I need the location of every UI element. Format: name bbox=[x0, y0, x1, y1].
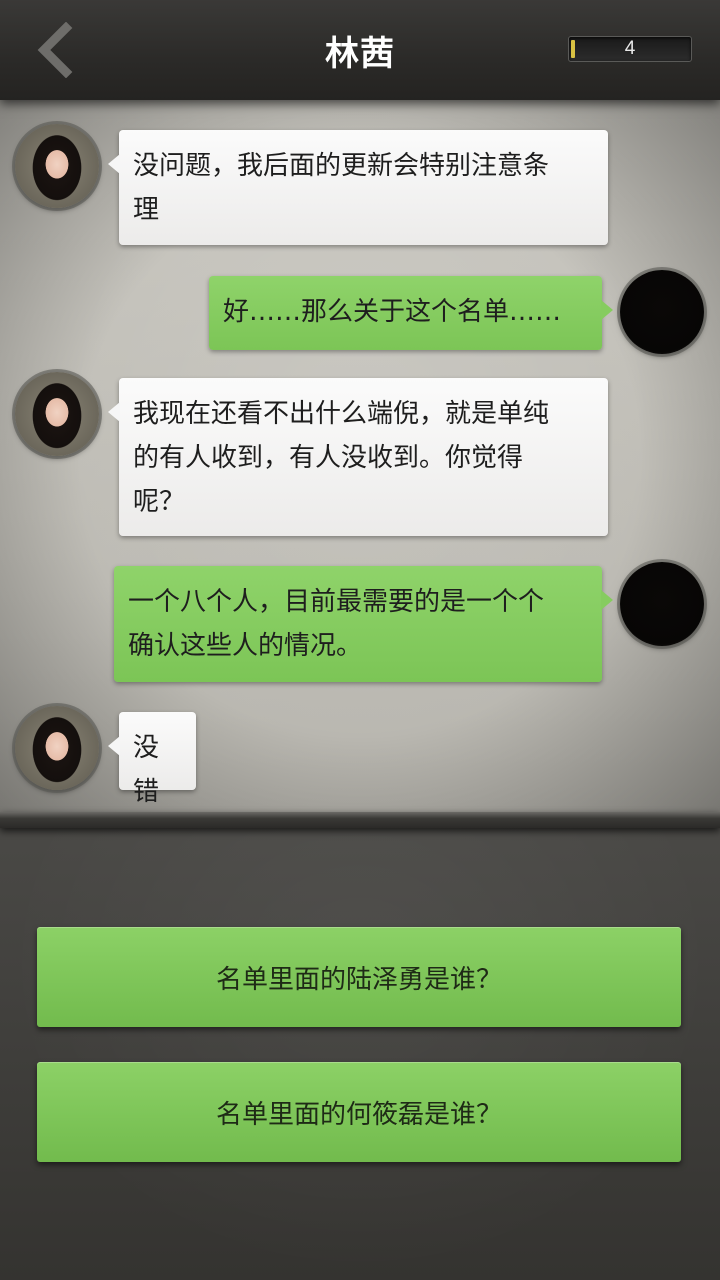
contact-avatar[interactable] bbox=[15, 706, 99, 790]
message-line: 没问题，我后面的更新会特别注意条 bbox=[133, 151, 550, 181]
message-bubble-contact: 没错 bbox=[108, 712, 196, 807]
progress-counter: 4 bbox=[568, 36, 692, 62]
message-bubble-contact: 没问题，我后面的更新会特别注意条 理 bbox=[108, 130, 608, 245]
contact-avatar[interactable] bbox=[15, 124, 99, 208]
top-bar: 林茜 4 bbox=[0, 0, 720, 100]
message-line: 的有人收到，有人没收到。你觉得 bbox=[133, 443, 524, 473]
message-line: 没错 bbox=[133, 733, 160, 807]
choice-button[interactable]: 名单里面的何筱磊是谁？ bbox=[37, 1062, 681, 1162]
message-line: 一个八个人，目前最需要的是一个个 bbox=[128, 587, 545, 617]
message-bubble-self: 一个八个人，目前最需要的是一个个 确认这些人的情况。 bbox=[114, 566, 613, 682]
choice-label: 名单里面的陆泽勇是谁？ bbox=[215, 964, 502, 995]
message-line: 我现在还看不出什么端倪，就是单纯 bbox=[133, 399, 550, 429]
choices-panel: 名单里面的陆泽勇是谁？ 名单里面的何筱磊是谁？ bbox=[0, 826, 720, 1280]
message-line: 呢？ bbox=[133, 487, 186, 517]
counter-value: 4 bbox=[624, 38, 636, 59]
message-bubble-self: 好……那么关于这个名单…… bbox=[209, 276, 613, 350]
section-divider bbox=[0, 812, 720, 828]
message-bubble-contact: 我现在还看不出什么端倪，就是单纯 的有人收到，有人没收到。你觉得 呢？ bbox=[108, 378, 608, 536]
chat-area[interactable]: 没问题，我后面的更新会特别注意条 理 好……那么关于这个名单…… 我现在还看不出… bbox=[0, 100, 720, 816]
choice-button[interactable]: 名单里面的陆泽勇是谁？ bbox=[37, 927, 681, 1027]
message-line: 好……那么关于这个名单…… bbox=[223, 297, 562, 327]
message-line: 确认这些人的情况。 bbox=[128, 631, 363, 661]
contact-avatar[interactable] bbox=[15, 372, 99, 456]
player-avatar[interactable] bbox=[620, 562, 704, 646]
player-avatar[interactable] bbox=[620, 270, 704, 354]
message-line: 理 bbox=[133, 195, 160, 225]
choice-label: 名单里面的何筱磊是谁？ bbox=[215, 1099, 502, 1130]
